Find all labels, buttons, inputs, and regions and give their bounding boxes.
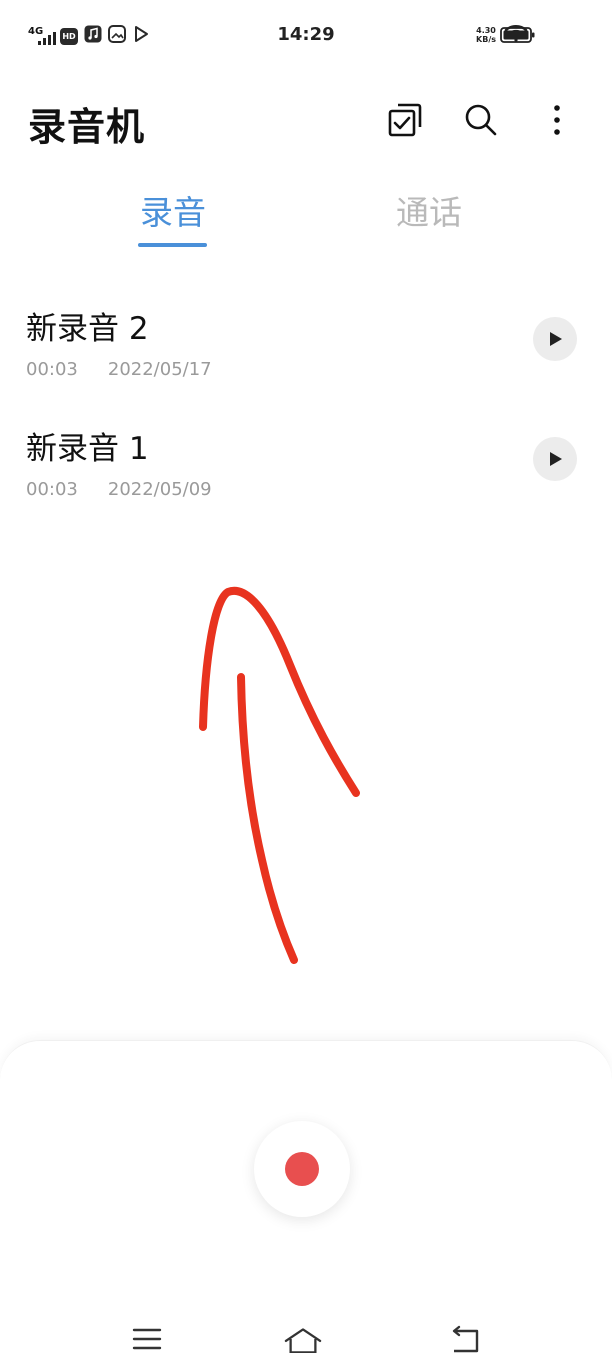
recording-date: 2022/05/17 [107,359,212,380]
record-button[interactable] [254,1121,350,1217]
recording-duration: 00:03 [26,359,78,380]
tab-calls[interactable]: 通话 [396,186,462,234]
battery-icon [500,26,536,48]
recording-meta: 00:03 2022/05/17 [26,359,212,380]
back-icon[interactable] [445,1325,485,1353]
recording-date: 2022/05/09 [107,479,212,500]
recording-name: 新录音 1 [26,431,149,467]
list-item[interactable]: 新录音 1 00:03 2022/05/09 [0,423,612,533]
more-icon[interactable] [537,100,577,140]
list-item[interactable]: 新录音 2 00:03 2022/05/17 [0,303,612,413]
tab-recordings[interactable]: 录音 [140,186,206,234]
play-button[interactable] [533,317,577,361]
recording-meta: 00:03 2022/05/09 [26,479,212,500]
select-icon[interactable] [385,100,425,140]
page-title: 录音机 [28,105,146,149]
menu-icon[interactable] [127,1325,167,1353]
active-tab-indicator [138,243,207,247]
home-icon[interactable] [283,1325,323,1353]
play-icon [550,452,562,466]
status-bar: 4G HD 14:29 4.30 KB/s [0,0,612,70]
network-speed: 4.30 KB/s [476,26,496,44]
speed-unit: KB/s [476,35,496,44]
play-button[interactable] [533,437,577,481]
recording-name: 新录音 2 [26,311,149,347]
search-icon[interactable] [461,100,501,140]
play-icon [550,332,562,346]
recording-duration: 00:03 [26,479,78,500]
record-icon [285,1152,319,1186]
speed-value: 4.30 [476,26,496,35]
